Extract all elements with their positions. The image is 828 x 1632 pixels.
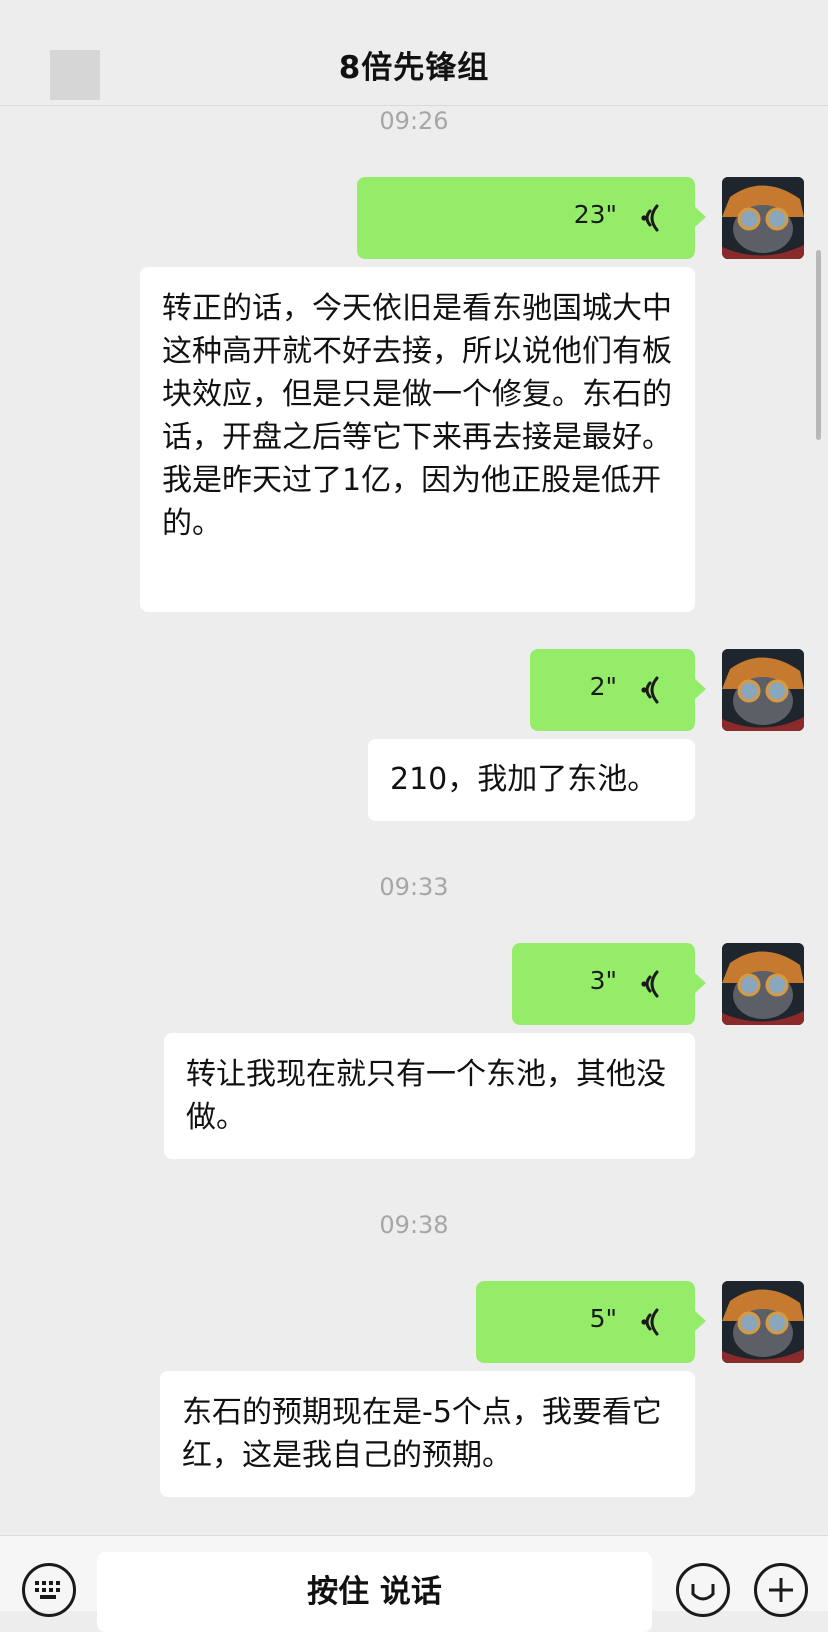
voice-wave-icon [641, 1308, 659, 1336]
voice-wave-icon [641, 970, 659, 998]
scrollbar[interactable] [816, 250, 821, 440]
voice-message[interactable]: 3" [512, 943, 706, 1025]
emoji-button[interactable] [676, 1563, 730, 1617]
cat-avatar-icon [722, 177, 804, 259]
plus-icon [769, 1578, 793, 1602]
chat-title: 8倍先锋组 [338, 50, 490, 86]
hold-to-talk-button[interactable]: 按住 说话 [97, 1552, 652, 1632]
voice-duration: 5" [589, 1304, 617, 1333]
keyboard-toggle-button[interactable] [22, 1563, 76, 1617]
message-text: 转正的话，今天依旧是看东驰国城大中这种高开就不好去接，所以说他们有板块效应，但是… [140, 267, 695, 612]
voice-duration: 3" [589, 966, 617, 995]
avatar[interactable] [722, 649, 804, 731]
cat-avatar-icon [722, 943, 804, 1025]
message-text: 东石的预期现在是-5个点，我要看它红，这是我自己的预期。 [160, 1371, 695, 1497]
voice-message[interactable]: 5" [476, 1281, 706, 1363]
voice-duration: 23" [573, 200, 617, 229]
voice-message[interactable]: 23" [357, 177, 706, 259]
more-button[interactable] [754, 1563, 808, 1617]
chat-header: 8倍先锋组 [0, 0, 828, 106]
timestamp: 09:38 [379, 1211, 449, 1239]
voice-message[interactable]: 2" [530, 649, 706, 731]
cat-avatar-icon [722, 1281, 804, 1363]
avatar[interactable] [722, 943, 804, 1025]
avatar[interactable] [722, 1281, 804, 1363]
timestamp: 09:33 [379, 873, 449, 901]
avatar[interactable] [722, 177, 804, 259]
timestamp: 09:26 [379, 107, 449, 135]
voice-wave-icon [641, 204, 659, 232]
message-text: 210，我加了东池。 [368, 739, 695, 821]
voice-duration: 2" [589, 672, 617, 701]
voice-wave-icon [641, 676, 659, 704]
message-text: 转让我现在就只有一个东池，其他没做。 [164, 1033, 695, 1159]
keyboard-icon [35, 1581, 60, 1599]
input-bar: 按住 说话 [0, 1535, 828, 1632]
cat-avatar-icon [722, 649, 804, 731]
emoji-icon [691, 1584, 715, 1601]
